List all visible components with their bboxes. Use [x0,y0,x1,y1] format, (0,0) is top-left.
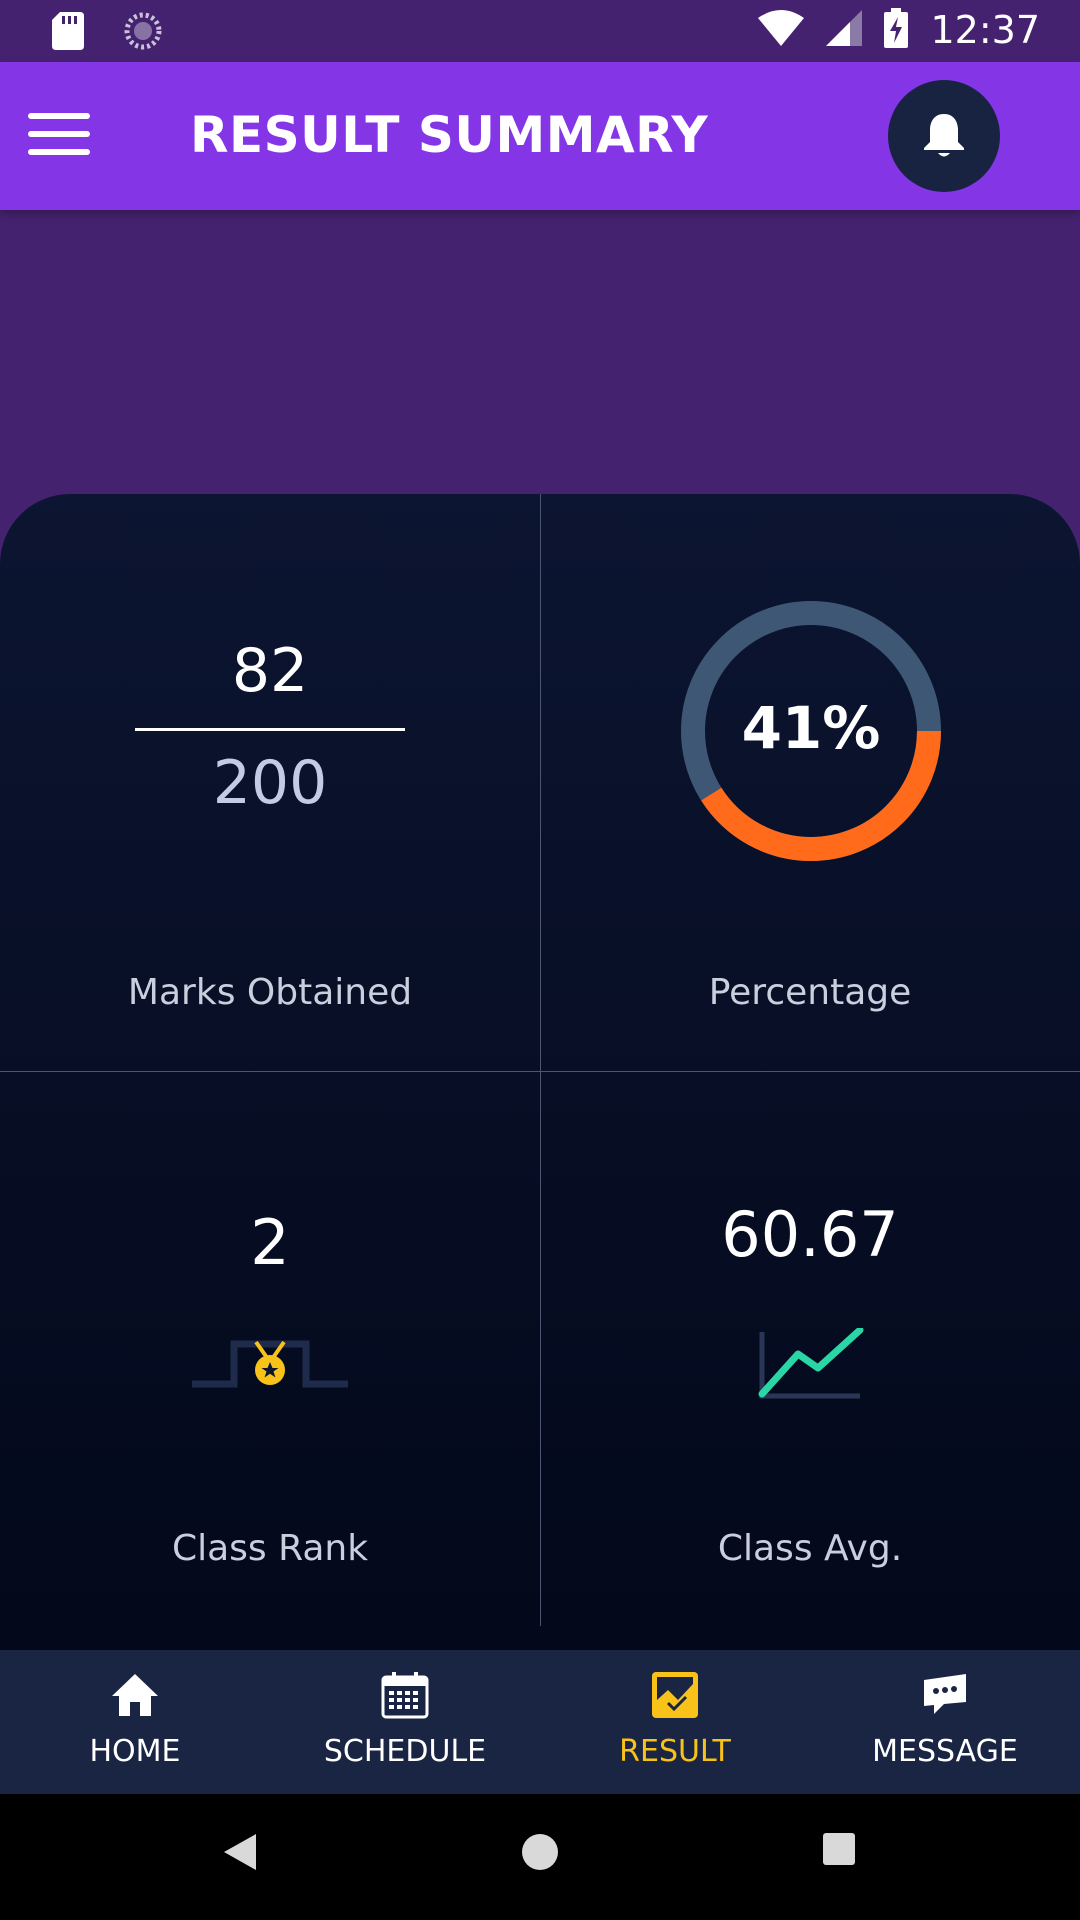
system-navigation-bar [0,1794,1080,1920]
bottom-navigation: HOME SCHEDULE RESULT MESSAGE [0,1650,1080,1794]
message-icon [924,1674,966,1714]
sd-card-icon [52,12,84,54]
calendar-icon [381,1672,429,1719]
notification-button[interactable] [888,80,1000,192]
percentage-label: Percentage [708,972,912,1013]
fraction-line [135,728,405,731]
class-rank-value: 2 [250,1206,290,1279]
back-icon[interactable] [222,1832,258,1872]
nav-label-result: RESULT [619,1734,731,1769]
bell-icon [924,114,964,157]
hamburger-menu-icon[interactable] [28,102,100,166]
battery-charging-icon [884,8,909,52]
nav-label-home: HOME [89,1734,181,1769]
signal-icon [826,10,863,50]
horizontal-divider [0,1071,1080,1072]
nav-item-message[interactable]: MESSAGE [810,1650,1080,1794]
vertical-divider [540,494,541,1626]
percentage-value: 41% [741,694,881,762]
nav-item-result[interactable]: RESULT [540,1650,810,1794]
nav-item-home[interactable]: HOME [0,1650,270,1794]
wifi-icon [758,10,805,50]
nav-item-schedule[interactable]: SCHEDULE [270,1650,540,1794]
home-icon [112,1674,158,1716]
class-rank-label: Class Rank [171,1528,369,1569]
class-avg-label: Class Avg. [717,1528,903,1569]
marks-obtained-value: 82 [231,636,309,706]
marks-total-value: 200 [212,748,328,818]
nav-label-schedule: SCHEDULE [323,1734,487,1769]
result-chart-icon [652,1672,698,1718]
app-bar: RESULT SUMMARY [0,62,1080,210]
recents-icon[interactable] [822,1832,856,1866]
class-avg-value: 60.67 [721,1198,899,1271]
home-circle-icon[interactable] [520,1832,560,1872]
status-time: 12:37 [930,8,1040,52]
podium-medal-icon [192,1340,348,1388]
sync-icon [124,12,162,54]
result-summary-screen: 12:37 RESULT SUMMARY 82 200 Marks Obtain… [0,0,1080,1920]
marks-obtained-label: Marks Obtained [127,972,413,1013]
nav-label-message: MESSAGE [872,1734,1018,1769]
page-title: RESULT SUMMARY [190,106,709,164]
result-stats-card: 82 200 Marks Obtained 41% Percentage 2 C… [0,494,1080,1650]
trend-chart-icon [758,1328,864,1399]
status-bar: 12:37 [0,0,1080,62]
